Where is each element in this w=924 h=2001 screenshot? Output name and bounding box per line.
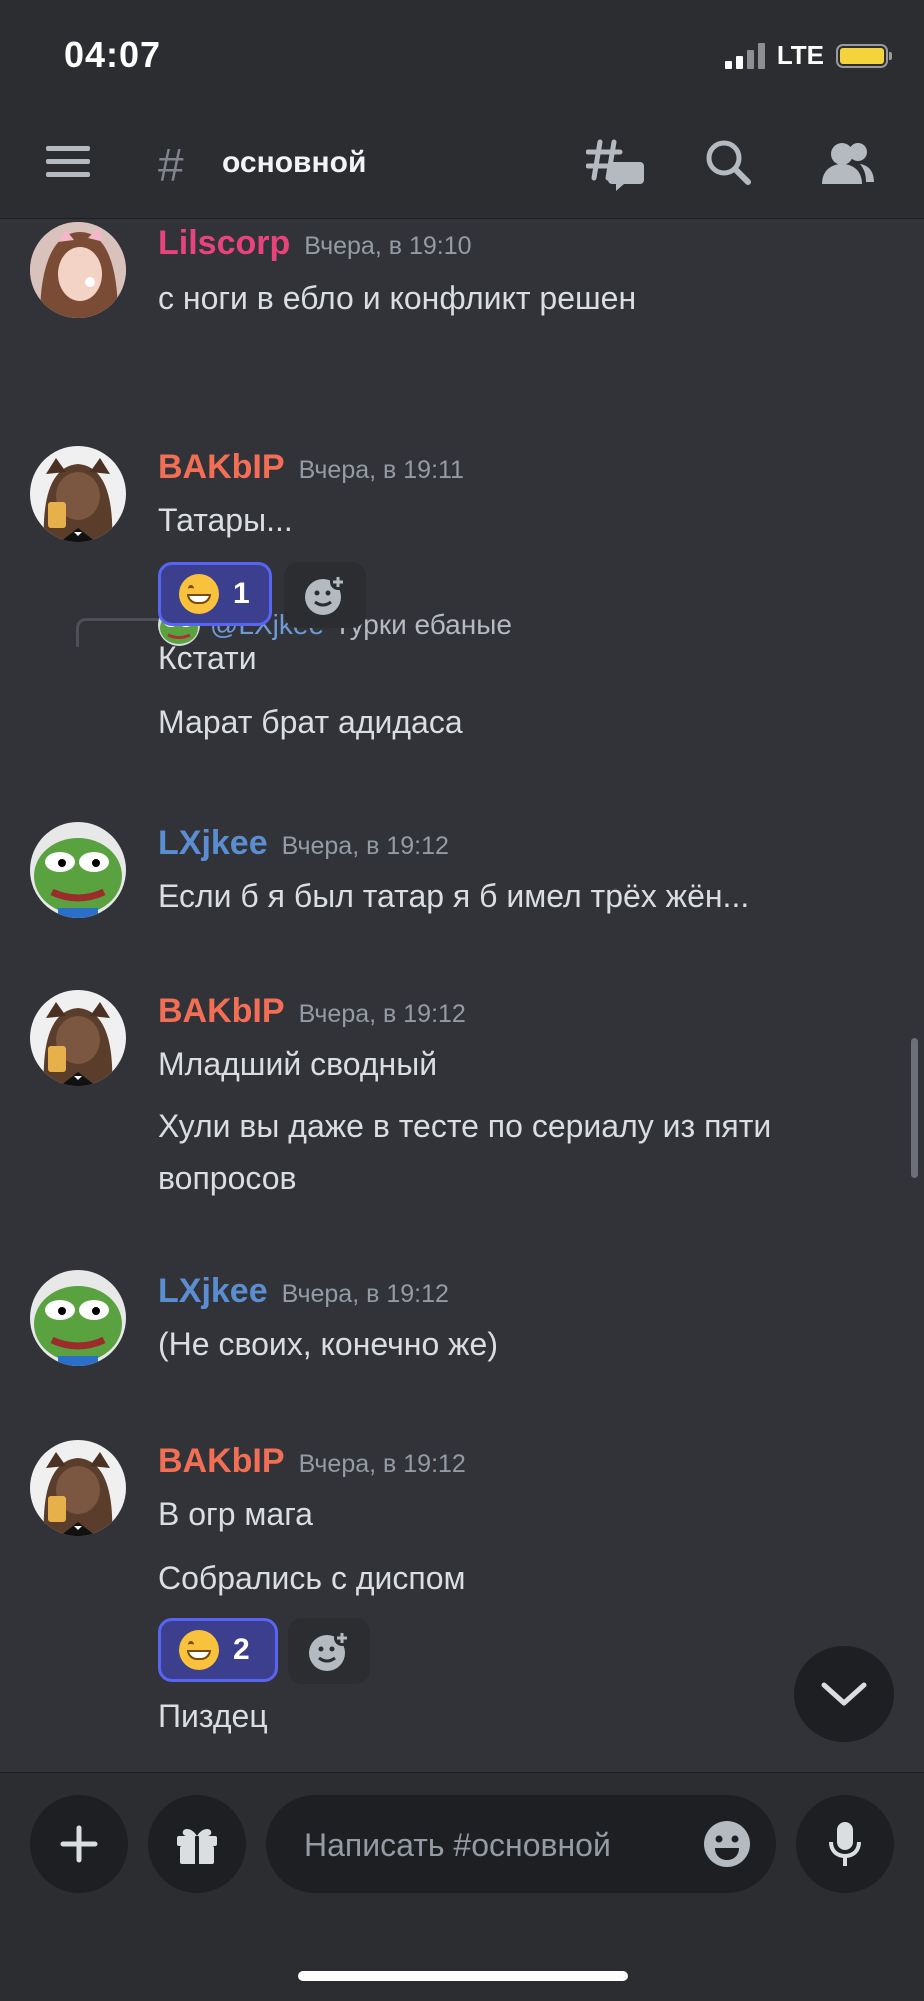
avatar[interactable] xyxy=(30,1270,126,1366)
avatar[interactable] xyxy=(30,1440,126,1536)
message-text: Кстати xyxy=(158,640,257,676)
status-indicators: LTE xyxy=(724,40,892,71)
message-text: (Не своих, конечно же) xyxy=(158,1326,498,1362)
message-timestamp: Вчера, в 19:10 xyxy=(304,232,472,260)
battery-icon xyxy=(836,43,892,68)
message-timestamp: Вчера, в 19:12 xyxy=(281,1280,449,1308)
message-author[interactable]: BAKbIP Вчера, в 19:12 xyxy=(158,1442,466,1481)
add-attachment-button[interactable] xyxy=(30,1795,128,1893)
message-text: Собрались с диспом xyxy=(158,1560,466,1596)
voice-message-button[interactable] xyxy=(796,1795,894,1893)
threads-icon[interactable] xyxy=(585,138,644,192)
message-author[interactable]: BAKbIP Вчера, в 19:12 xyxy=(158,992,466,1031)
reaction-count: 1 xyxy=(233,577,250,610)
add-reaction-icon[interactable] xyxy=(288,1618,370,1684)
message-text: Татары... xyxy=(158,502,293,538)
channel-title: основной xyxy=(222,146,367,179)
network-label: LTE xyxy=(776,40,824,70)
grinning-face-icon xyxy=(179,1630,219,1670)
signal-icon xyxy=(724,42,765,69)
message-text: Пиздец xyxy=(158,1698,268,1734)
avatar[interactable] xyxy=(30,990,126,1086)
search-icon[interactable] xyxy=(702,138,760,192)
top-bar: 04:07 LTE # основной xyxy=(0,0,924,219)
avatar[interactable] xyxy=(30,222,126,318)
message-timestamp: Вчера, в 19:12 xyxy=(298,1000,466,1028)
reaction-pill[interactable]: 1 xyxy=(158,562,272,626)
message-list[interactable]: Lilscorp Вчера, в 19:10 с ноги в ебло и к… xyxy=(0,218,924,1772)
message-text: Если б я был татар я б имел трёх жён... xyxy=(158,878,750,914)
reply-connector xyxy=(76,618,159,647)
add-reaction-icon[interactable] xyxy=(284,562,366,628)
message-input-wrap[interactable] xyxy=(266,1795,776,1893)
plus-icon xyxy=(60,1825,98,1863)
message-text: В огр мага xyxy=(158,1496,313,1532)
message-text: с ноги в ебло и конфликт решен xyxy=(158,280,637,316)
message-text: Хули вы даже в тесте по сериалу из пяти … xyxy=(158,1108,772,1196)
message-input[interactable] xyxy=(302,1817,666,1873)
message-text: Младший сводный xyxy=(158,1046,438,1082)
reaction-count: 2 xyxy=(233,1633,250,1666)
avatar[interactable] xyxy=(30,822,126,918)
gift-button[interactable] xyxy=(148,1795,246,1893)
jump-to-present-button[interactable] xyxy=(794,1646,894,1742)
menu-icon[interactable] xyxy=(46,146,90,182)
microphone-icon xyxy=(829,1822,861,1866)
message-timestamp: Вчера, в 19:12 xyxy=(281,832,449,860)
message-author[interactable]: BAKbIP Вчера, в 19:11 xyxy=(158,448,464,487)
message-text: Марат брат адидаса xyxy=(158,704,463,740)
message-timestamp: Вчера, в 19:12 xyxy=(298,1450,466,1478)
scrollbar[interactable] xyxy=(911,1038,918,1178)
message-author[interactable]: LXjkee Вчера, в 19:12 xyxy=(158,824,449,863)
message-composer xyxy=(0,1772,924,2001)
chevron-down-icon xyxy=(821,1682,867,1706)
channel-header: # основной xyxy=(0,120,924,210)
emoji-picker-icon[interactable] xyxy=(702,1819,752,1869)
status-time: 04:07 xyxy=(64,34,162,75)
reaction-pill[interactable]: 2 xyxy=(158,1618,278,1682)
message-author[interactable]: Lilscorp Вчера, в 19:10 xyxy=(158,224,472,263)
home-indicator xyxy=(298,1971,628,1981)
gift-icon xyxy=(177,1829,217,1864)
message-author[interactable]: LXjkee Вчера, в 19:12 xyxy=(158,1272,449,1311)
message-timestamp: Вчера, в 19:11 xyxy=(298,456,464,484)
avatar[interactable] xyxy=(30,446,126,542)
members-icon[interactable] xyxy=(820,138,878,192)
grinning-face-icon xyxy=(179,574,219,614)
hash-icon: # xyxy=(158,139,184,191)
